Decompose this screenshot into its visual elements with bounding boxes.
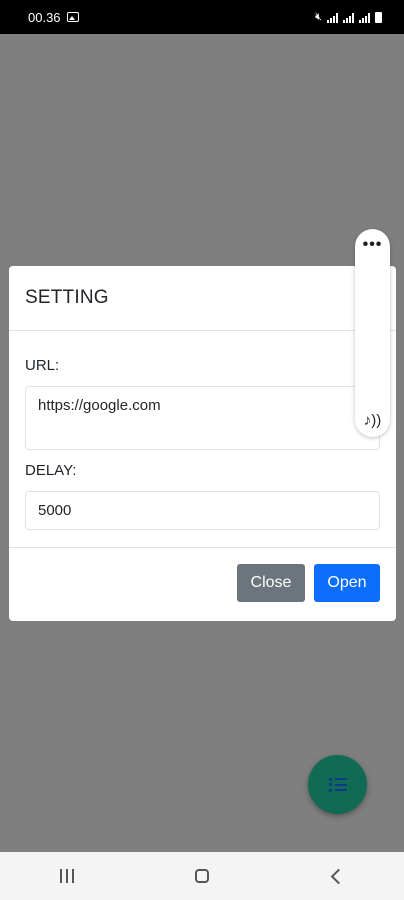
back-button[interactable] bbox=[307, 856, 367, 896]
signal-4g-icon bbox=[343, 12, 354, 23]
delay-input[interactable]: 5000 bbox=[25, 491, 380, 530]
list-fab-button[interactable] bbox=[308, 755, 367, 814]
dialog-header: SETTING bbox=[9, 266, 396, 331]
setting-dialog: SETTING URL: https://google.com DELAY: 5… bbox=[9, 266, 396, 621]
status-left: 00.36 bbox=[28, 10, 79, 25]
list-icon bbox=[328, 777, 347, 792]
url-label: URL: bbox=[25, 357, 60, 374]
recents-icon bbox=[60, 869, 75, 883]
dialog-title: SETTING bbox=[25, 287, 109, 308]
signal-icon bbox=[327, 12, 338, 23]
mute-icon: 🔇︎ bbox=[315, 10, 322, 23]
battery-icon bbox=[375, 11, 382, 23]
status-time: 00.36 bbox=[28, 9, 61, 25]
status-right: 🔇︎ bbox=[315, 11, 382, 24]
image-icon bbox=[66, 12, 79, 22]
url-input[interactable]: https://google.com bbox=[25, 386, 380, 450]
back-icon bbox=[330, 868, 347, 884]
music-icon[interactable]: ♪)) bbox=[355, 412, 390, 429]
status-bar: 00.36 🔇︎ bbox=[0, 0, 404, 34]
recents-button[interactable] bbox=[37, 856, 97, 896]
delay-label: DELAY: bbox=[25, 462, 77, 479]
navigation-bar bbox=[0, 852, 404, 900]
dialog-body: URL: https://google.com DELAY: 5000 bbox=[9, 331, 396, 548]
more-icon[interactable]: ••• bbox=[355, 237, 390, 253]
floating-side-panel[interactable]: ••• ♪)) bbox=[355, 229, 390, 437]
home-icon bbox=[194, 869, 209, 883]
home-button[interactable] bbox=[172, 856, 232, 896]
dialog-footer: Close Open bbox=[9, 548, 396, 602]
close-button[interactable]: Close bbox=[237, 564, 305, 602]
open-button[interactable]: Open bbox=[314, 564, 380, 602]
signal-icon bbox=[359, 12, 370, 23]
